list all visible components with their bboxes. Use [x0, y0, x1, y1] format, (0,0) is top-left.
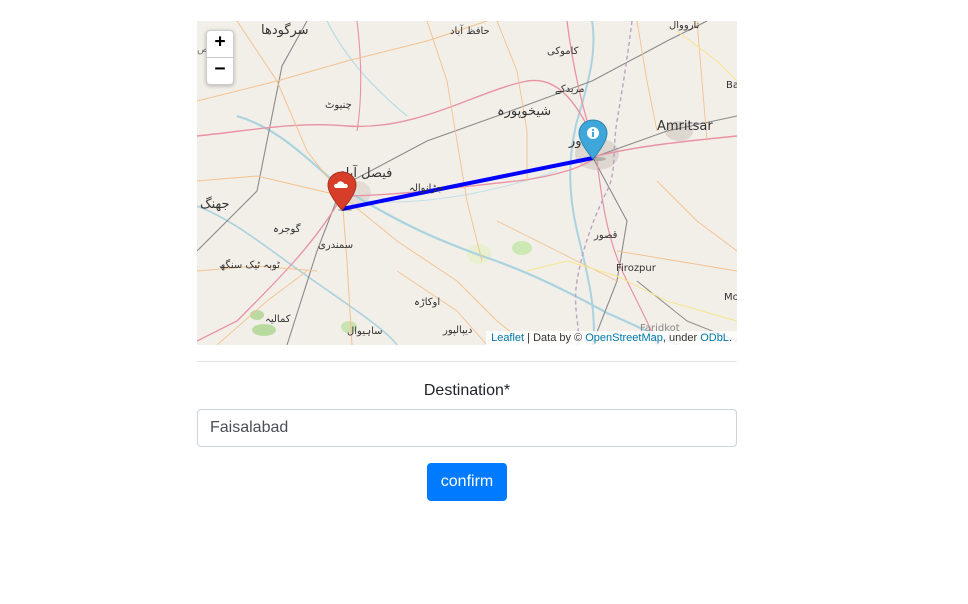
openstreetmap-link[interactable]: OpenStreetMap	[585, 332, 663, 344]
confirm-button[interactable]: confirm	[426, 463, 508, 501]
map-label-okara: اوکاڑہ	[414, 297, 441, 308]
map-tiles	[197, 21, 737, 345]
map-label-firozpur: Firozpur	[616, 263, 656, 274]
map-label-kasur: قصور	[594, 230, 618, 241]
odbl-link[interactable]: ODbL	[700, 332, 729, 344]
map-label-muridke: مریدکے	[555, 84, 585, 95]
zoom-control: + −	[206, 30, 234, 85]
destination-input[interactable]	[197, 409, 737, 447]
map-label-hafizabad: حافظ آباد	[450, 26, 490, 37]
map-label-sargodha: سرگودھا	[261, 23, 309, 38]
map-label-sahiwal: ساہیوال	[347, 326, 383, 337]
map-label-ba: Ba	[726, 80, 737, 91]
map-label-gojra: گوجرہ	[273, 224, 301, 235]
map-label-kamoke: کاموکی	[547, 46, 579, 57]
map-label-toba: ٹوبہ ٹیک سنگھ	[219, 260, 280, 271]
map-label-depalpur: دیپالپور	[443, 325, 473, 336]
divider	[197, 361, 737, 362]
map-attribution: Leaflet | Data by © OpenStreetMap, under…	[486, 331, 737, 345]
map-label-chiniot: چنیوٹ	[325, 100, 352, 111]
zoom-out-button[interactable]: −	[207, 57, 233, 84]
info-icon	[587, 127, 599, 139]
map-label-mo: Mo	[724, 292, 737, 303]
route-map[interactable]: سرگودھا نحص حافظ آباد نارووال کاموکی چنی…	[197, 21, 737, 345]
destination-label: Destination*	[423, 382, 511, 399]
attribution-end: .	[728, 332, 732, 344]
map-label-jhang: جھنگ	[200, 197, 230, 212]
attribution-separator: | Data by ©	[524, 332, 586, 344]
map-label-narowal: نارووال	[669, 21, 700, 31]
main-container: سرگودھا نحص حافظ آباد نارووال کاموکی چنی…	[197, 21, 737, 501]
destination-marker[interactable]	[327, 171, 357, 216]
map-label-amritsar: Amritsar	[657, 119, 713, 134]
attribution-under: , under	[662, 332, 701, 344]
map-label-samundri: سمندری	[318, 240, 354, 251]
zoom-in-button[interactable]: +	[207, 31, 233, 57]
leaflet-link[interactable]: Leaflet	[491, 332, 524, 344]
origin-marker[interactable]	[578, 119, 608, 166]
map-label-kamalia: کمالیہ	[265, 314, 291, 325]
map-label-jaranwala: جڑانوالہ	[409, 183, 444, 194]
map-label-sheikhupura: شیخوپورہ	[497, 104, 552, 119]
